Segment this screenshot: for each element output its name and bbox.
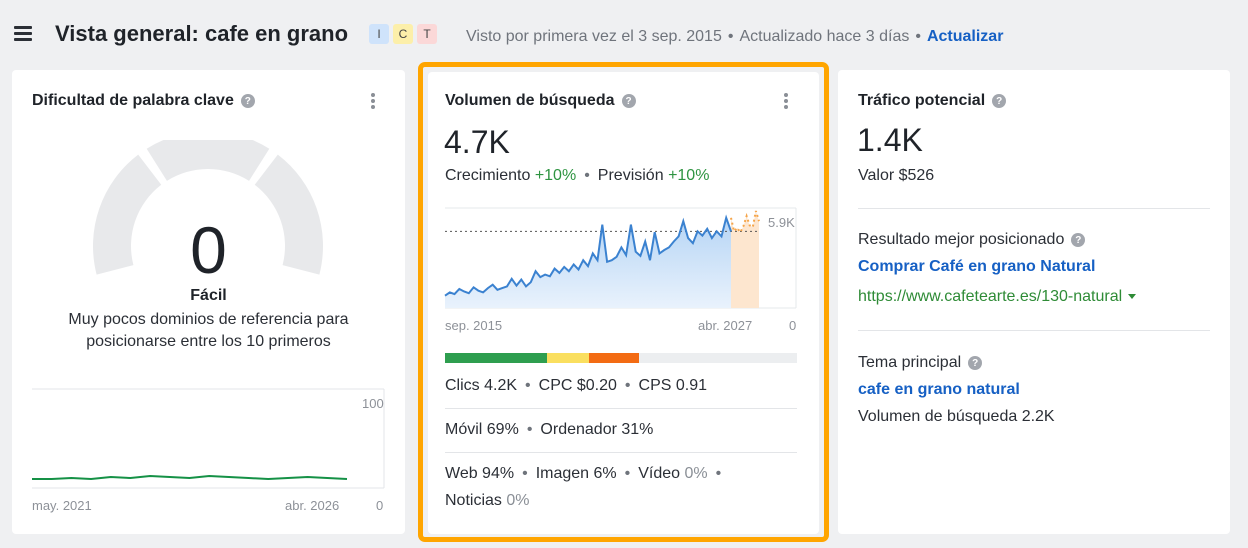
topic-label-line: Tema principal? — [858, 354, 983, 372]
divider — [858, 208, 1210, 209]
traffic-potential-card: Tráfico potencial? 1.4K Valor $526 Resul… — [838, 70, 1230, 534]
intent-badge-transactional[interactable]: T — [417, 24, 437, 44]
keyword-difficulty-card: Dificultad de palabra clave? 0 Fácil Muy… — [12, 70, 405, 534]
selection-highlight-frame — [418, 62, 829, 542]
menu-icon[interactable] — [14, 26, 34, 42]
top-result-url[interactable]: https://www.cafetearte.es/130-natural — [858, 288, 1137, 306]
top-result-url-text: https://www.cafetearte.es/130-natural — [858, 288, 1123, 305]
kd-history-line — [32, 474, 348, 481]
help-icon[interactable]: ? — [1071, 233, 1086, 247]
kd-title-text: Dificultad de palabra clave — [32, 92, 234, 109]
traffic-value-usd: Valor $526 — [858, 167, 935, 184]
topic-volume: Volumen de búsqueda 2.2K — [858, 408, 1055, 425]
gauge-segment — [146, 140, 270, 181]
traffic-title-text: Tráfico potencial — [858, 92, 986, 109]
top-result-title-link[interactable]: Comprar Café en grano Natural — [858, 258, 1095, 276]
topic-link[interactable]: cafe en grano natural — [858, 381, 1020, 399]
refresh-link[interactable]: Actualizar — [927, 28, 1003, 45]
intent-badge-commercial[interactable]: C — [393, 24, 413, 44]
kd-label: Fácil — [190, 287, 227, 304]
divider — [858, 330, 1210, 331]
topic-label: Tema principal — [858, 354, 962, 371]
top-result-label-line: Resultado mejor posicionado? — [858, 231, 1086, 249]
kd-x-start: may. 2021 — [32, 498, 92, 513]
kd-value: 0 — [190, 213, 227, 287]
help-icon[interactable]: ? — [992, 94, 1007, 108]
page-title: Vista general: cafe en grano — [55, 21, 349, 46]
kd-description: Muy pocos dominios de referencia para po… — [68, 311, 349, 350]
chevron-down-icon[interactable] — [1128, 294, 1137, 300]
kd-card-title: Dificultad de palabra clave? — [32, 92, 255, 110]
traffic-card-title: Tráfico potencial? — [858, 92, 1007, 110]
header-meta: Visto por primera vez el 3 sep. 2015 • Act… — [466, 28, 1004, 45]
intent-badges: I C T — [369, 24, 437, 44]
first-seen-text: Visto por primera vez el 3 sep. 2015 — [466, 28, 722, 45]
kd-x-end: abr. 2026 — [285, 498, 340, 513]
updated-text: Actualizado hace 3 días — [739, 28, 910, 45]
kd-history-chart — [32, 388, 385, 489]
intent-badge-informational[interactable]: I — [369, 24, 389, 44]
help-icon[interactable]: ? — [968, 356, 983, 370]
traffic-value: 1.4K — [857, 122, 923, 158]
kd-axis-max: 100 — [362, 396, 384, 411]
help-icon[interactable]: ? — [240, 94, 255, 108]
page-header: Vista general: cafe en grano I C T Visto… — [0, 0, 1248, 70]
top-result-label: Resultado mejor posicionado — [858, 231, 1065, 248]
kd-more-options-icon[interactable] — [370, 93, 376, 111]
kd-axis-min: 0 — [376, 498, 384, 513]
